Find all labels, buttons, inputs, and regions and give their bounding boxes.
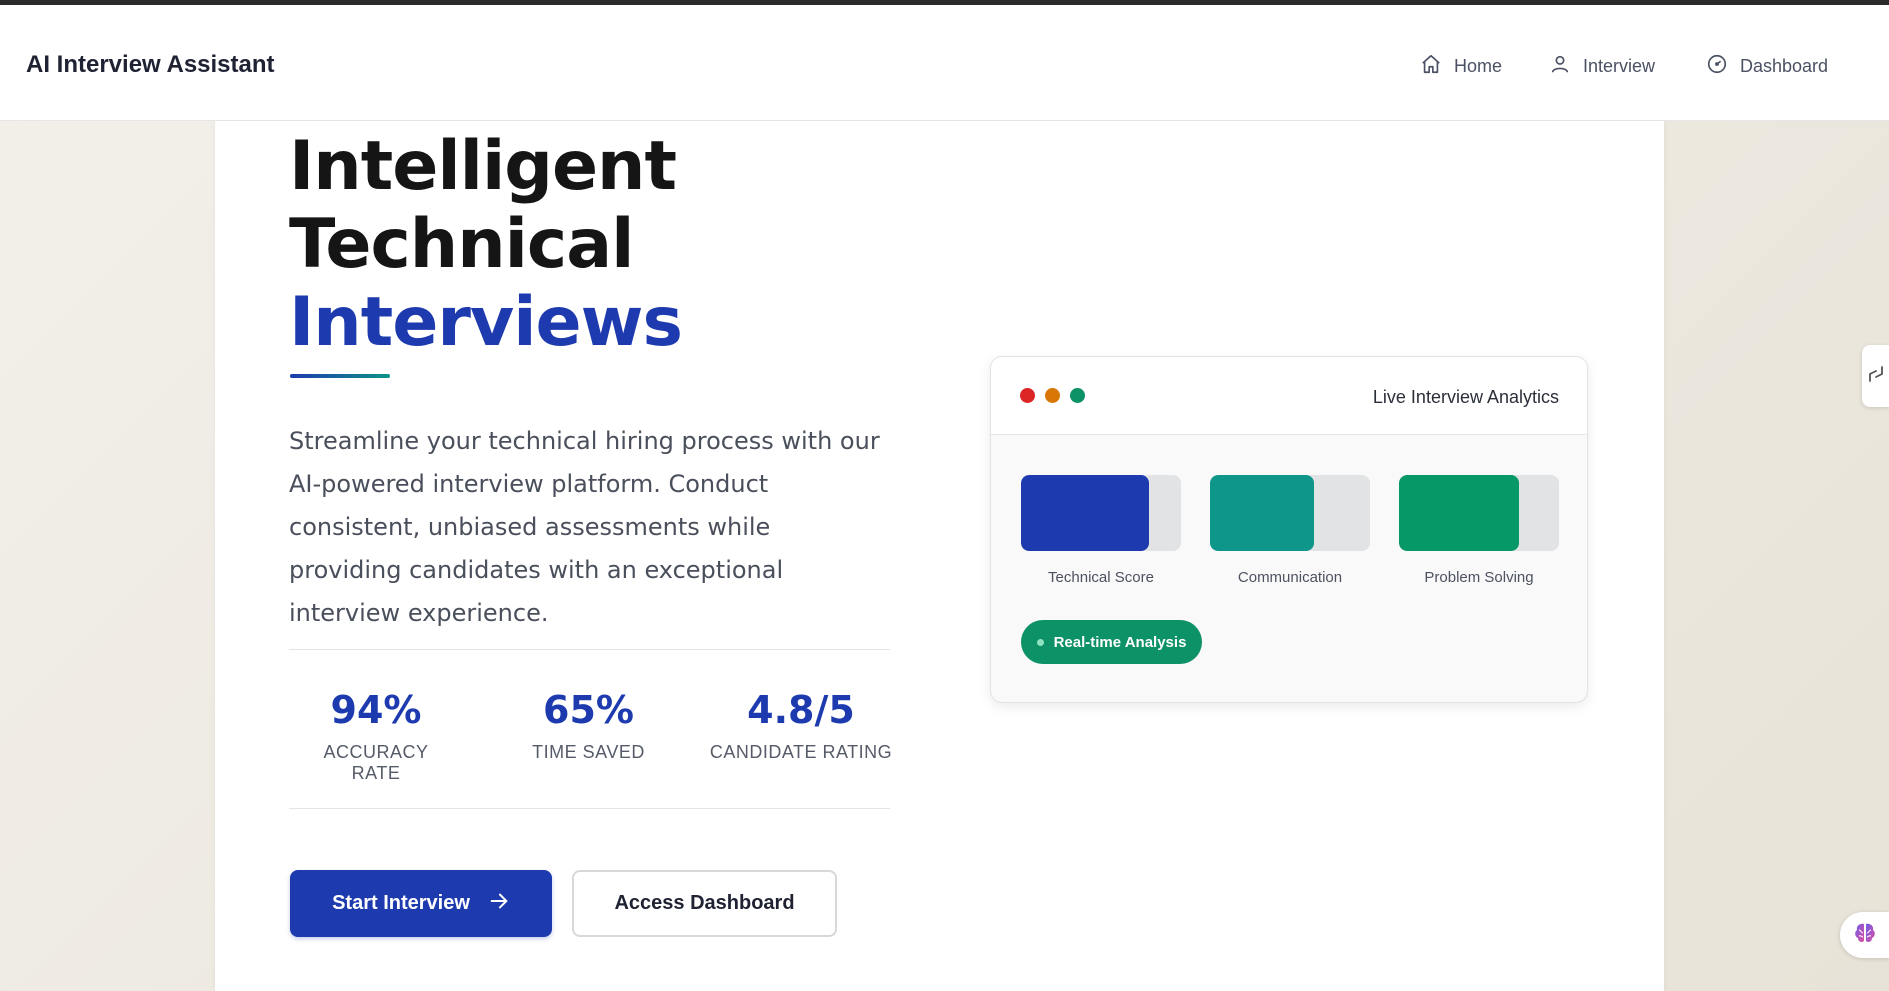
hero-title-accent: Interviews <box>289 283 683 362</box>
home-icon <box>1420 53 1442 80</box>
metric-fill <box>1210 475 1314 551</box>
metric-problem-solving: Problem Solving <box>1399 475 1559 586</box>
ai-assistant-button[interactable] <box>1840 912 1889 958</box>
access-dashboard-button[interactable]: Access Dashboard <box>572 870 837 937</box>
nav-interview[interactable]: Interview <box>1549 53 1655 80</box>
brand-title[interactable]: AI Interview Assistant <box>26 51 275 79</box>
start-interview-label: Start Interview <box>332 892 470 914</box>
nav-interview-label: Interview <box>1583 56 1656 76</box>
metric-label: Problem Solving <box>1424 569 1534 586</box>
metric-track <box>1021 475 1181 551</box>
user-icon <box>1549 53 1571 80</box>
metric-fill <box>1399 475 1519 551</box>
metric-fill <box>1021 475 1149 551</box>
hero-title-line2: Technical <box>289 205 634 284</box>
title-underline <box>290 374 390 378</box>
hero-description: Streamline your technical hiring process… <box>289 427 880 627</box>
brain-icon <box>1852 920 1878 951</box>
metric-label: Communication <box>1237 569 1343 586</box>
stat-value: 65% <box>543 688 634 732</box>
start-interview-button[interactable]: Start Interview <box>290 870 552 937</box>
realtime-badge-label: Real-time Analysis <box>1053 633 1187 651</box>
stat-candidate-rating: 4.8/5 CANDIDATE RATING <box>706 688 896 763</box>
window-dot-orange <box>1045 388 1060 403</box>
hero-title-line1: Intelligent <box>289 127 677 206</box>
analytics-title: Live Interview Analytics <box>1372 387 1559 407</box>
nav-dashboard-label: Dashboard <box>1740 56 1829 76</box>
stat-accuracy: 94% ACCURACY RATE <box>300 688 452 784</box>
nav-dashboard[interactable]: Dashboard <box>1706 53 1828 80</box>
stat-label: CANDIDATE RATING <box>709 742 893 762</box>
metric-track <box>1210 475 1370 551</box>
stat-time-saved: 65% TIME SAVED <box>511 688 666 763</box>
hero-title: Intelligent Technical Interviews <box>289 128 849 362</box>
realtime-analysis-badge: Real-time Analysis <box>1021 620 1202 664</box>
metric-technical-score: Technical Score <box>1021 475 1181 586</box>
arrow-right-icon <box>488 890 510 918</box>
window-dot-green <box>1070 388 1085 403</box>
stat-value: 4.8/5 <box>747 688 855 732</box>
metric-communication: Communication <box>1210 475 1370 586</box>
metric-label: Technical Score <box>1048 569 1154 586</box>
top-navbar: AI Interview Assistant Home Interview Da… <box>0 5 1889 121</box>
window-dot-red <box>1020 388 1035 403</box>
stat-label: TIME SAVED <box>532 742 645 762</box>
sidebar-toggle-icon <box>1867 364 1885 389</box>
stats-divider-bottom <box>289 808 890 809</box>
nav-home[interactable]: Home <box>1420 53 1502 80</box>
status-dot-icon <box>1036 638 1044 646</box>
stat-value: 94% <box>330 688 422 732</box>
side-panel-tab[interactable] <box>1862 345 1889 407</box>
stats-divider-top <box>289 649 890 650</box>
nav-home-label: Home <box>1454 56 1503 76</box>
gauge-icon <box>1706 53 1728 80</box>
live-analytics-panel: Live Interview Analytics Technical Score… <box>990 356 1588 703</box>
stat-label: ACCURACY RATE <box>323 742 429 783</box>
analytics-header: Live Interview Analytics <box>991 357 1587 435</box>
metric-track <box>1399 475 1559 551</box>
